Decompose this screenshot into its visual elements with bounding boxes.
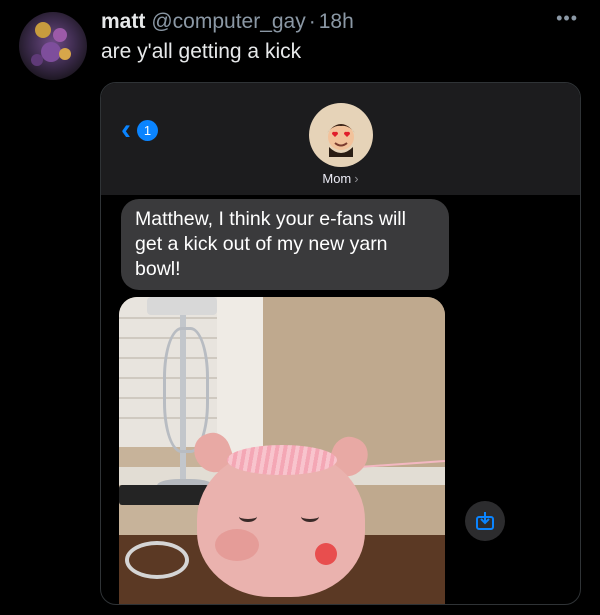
separator-dot: ·: [308, 10, 316, 33]
save-to-device-button[interactable]: [465, 501, 505, 541]
memoji-face-icon: [327, 124, 355, 157]
pig-snout: [215, 529, 259, 561]
received-message-bubble: Matthew, I think your e-fans will get a …: [121, 199, 449, 290]
author-avatar[interactable]: [19, 12, 87, 80]
save-to-device-icon: [476, 512, 494, 530]
scissors: [125, 541, 189, 579]
contact-name-row[interactable]: Mom ›: [101, 171, 580, 186]
chevron-left-icon[interactable]: ‹: [121, 115, 131, 145]
pink-yarn: [227, 445, 337, 475]
author-display-name[interactable]: matt: [101, 10, 145, 34]
tweet-timestamp[interactable]: 18h: [319, 10, 354, 34]
tweet-media-image[interactable]: ‹ 1 Mom › Matthew, I think your e-fans wi…: [100, 82, 581, 605]
contact-name: Mom: [322, 171, 352, 186]
photo-pig-yarn-bowl[interactable]: [119, 297, 445, 604]
imessage-thread-header: ‹ 1 Mom ›: [101, 83, 580, 195]
author-handle[interactable]: @computer_gay: [151, 10, 305, 34]
tweet-text: are y'all getting a kick: [101, 40, 302, 63]
tweet-header: matt @computer_gay · 18h: [101, 10, 580, 36]
memoji-avatar[interactable]: [309, 103, 373, 167]
more-options-icon[interactable]: •••: [556, 9, 578, 27]
chevron-right-icon: ›: [354, 171, 359, 186]
unread-count-badge[interactable]: 1: [137, 120, 158, 141]
